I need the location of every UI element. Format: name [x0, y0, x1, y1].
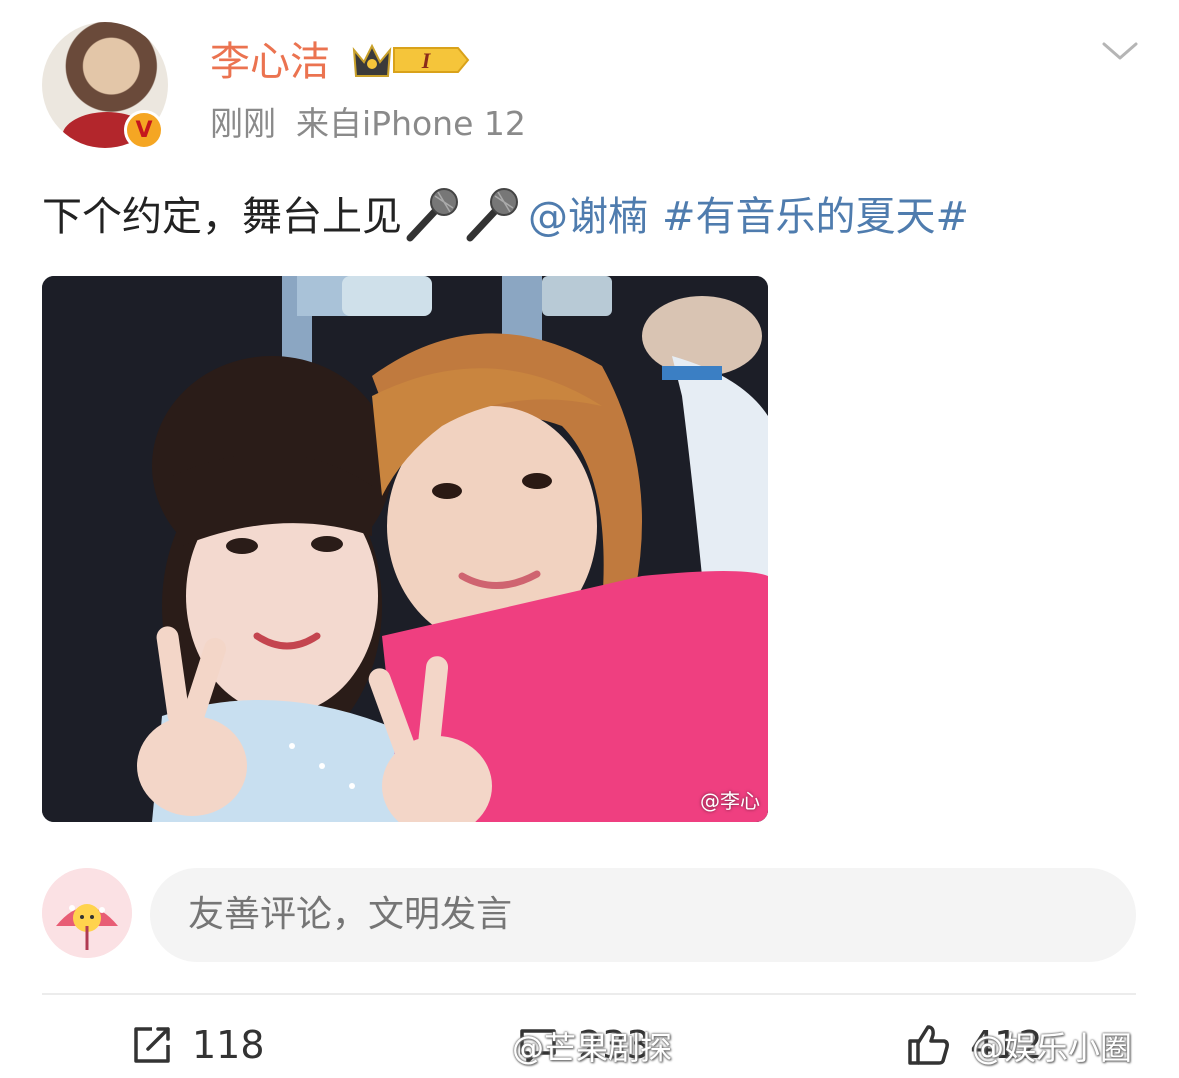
- image-watermark: @李心: [700, 789, 760, 813]
- repost-icon: [134, 1027, 170, 1063]
- repost-count: 118: [192, 1023, 265, 1067]
- chevron-down-icon[interactable]: [1100, 38, 1140, 66]
- post-text: 下个约定，舞台上见: [42, 194, 402, 240]
- post-meta: 刚刚 来自iPhone 12: [210, 102, 526, 146]
- hashtag-link[interactable]: #有音乐的夏天#: [662, 194, 969, 240]
- author-name[interactable]: 李心洁: [210, 36, 330, 88]
- watermark-left: @芒果剧探: [512, 1029, 673, 1067]
- photo-illustration: [42, 276, 768, 822]
- vip-level: I: [421, 48, 432, 73]
- repost-button[interactable]: 118: [130, 1014, 265, 1076]
- post-source: 来自iPhone 12: [296, 104, 526, 143]
- post-content: 下个约定，舞台上见 @谢楠 #有音乐的夏天#: [42, 186, 969, 246]
- vip-crown-badge-icon[interactable]: I: [344, 38, 472, 82]
- post-time: 刚刚: [210, 104, 276, 143]
- thumbs-up-icon: [908, 1025, 949, 1065]
- mention-link[interactable]: @谢楠: [528, 194, 648, 240]
- post-photo[interactable]: @李心: [42, 276, 768, 822]
- microphone-icon: [466, 188, 518, 242]
- umbrella-avatar-illustration: [42, 868, 132, 958]
- verified-v-icon: V: [124, 110, 164, 150]
- microphone-icon: [406, 188, 458, 242]
- divider: [42, 993, 1136, 995]
- my-avatar[interactable]: [42, 868, 132, 958]
- comment-input[interactable]: [150, 868, 1136, 962]
- watermark-right: @娱乐小圈: [972, 1029, 1133, 1067]
